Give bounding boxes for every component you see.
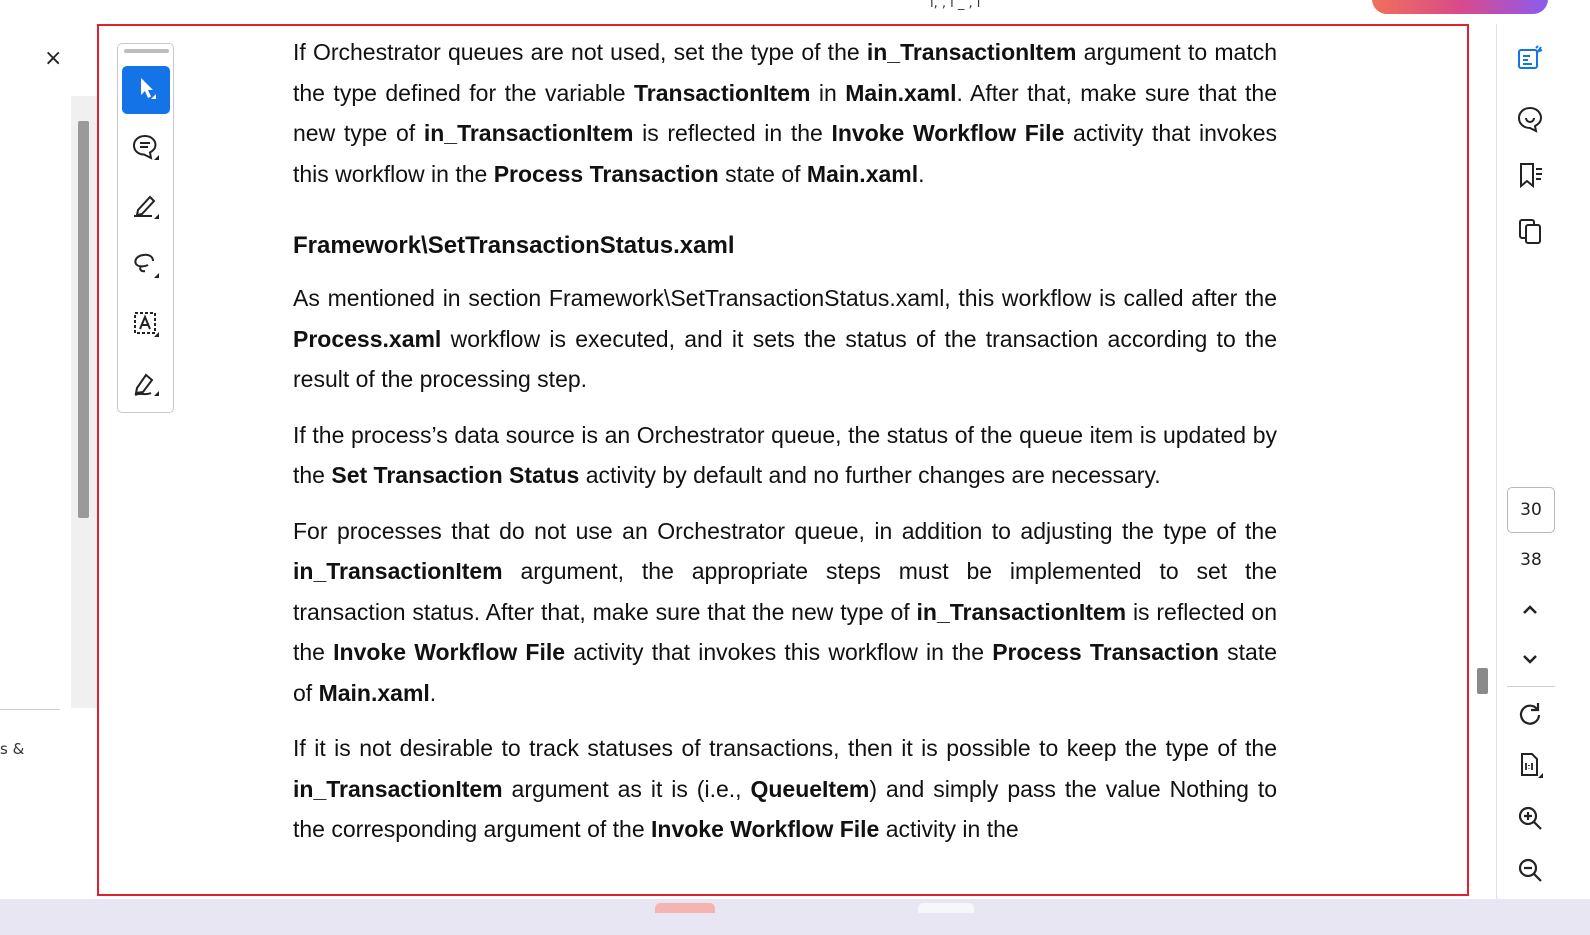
text-run: .: [918, 160, 925, 187]
previous-page-button[interactable]: [1510, 592, 1550, 632]
actual-size-button[interactable]: [1510, 747, 1550, 787]
chevron-up-icon: [1515, 595, 1545, 629]
bold-term: Main.xaml: [806, 160, 919, 187]
text-run: state of: [718, 160, 807, 187]
total-pages: 38: [1520, 550, 1542, 570]
current-page-input[interactable]: 30: [1507, 487, 1555, 533]
left-scrollbar-thumb[interactable]: [78, 121, 89, 518]
highlight-tool-button[interactable]: [122, 184, 170, 232]
text-run: If it is not desirable to track statuses…: [293, 735, 1277, 761]
bookmark-icon: [1515, 160, 1545, 194]
paragraph-4: For processes that do not use an Orchest…: [293, 511, 1277, 714]
taskbar-tab-active[interactable]: [655, 903, 715, 913]
zoom-in-icon: [1515, 803, 1545, 837]
bold-term: Invoke Workflow File: [333, 639, 566, 665]
zoom-in-button[interactable]: [1510, 800, 1550, 840]
comment-icon: [131, 132, 161, 166]
sign-tool-button[interactable]: [122, 361, 170, 409]
bold-term: in_TransactionItem: [293, 775, 503, 802]
text-run: activity that invokes this workflow in t…: [565, 639, 993, 665]
browser-top-strip: ı, , ı _ , ı: [0, 0, 1590, 24]
bold-term: Main.xaml: [845, 79, 957, 106]
section-heading: Framework\SetTransactionStatus.xaml: [293, 232, 735, 259]
bold-term: Process Transaction: [992, 639, 1219, 665]
pages-button[interactable]: [1510, 213, 1550, 253]
bold-term: QueueItem: [750, 775, 870, 802]
annotation-toolbar: [117, 43, 174, 413]
left-text-fragment: s &: [0, 740, 25, 758]
bold-term: Process.xaml: [293, 325, 442, 352]
comment-tool-button[interactable]: [122, 125, 170, 173]
comment-rail-button[interactable]: [1510, 101, 1550, 141]
text-box-icon: [131, 309, 161, 343]
bold-term: Process Transaction: [493, 160, 719, 187]
text-run: .: [429, 679, 437, 706]
text-run: activity by default and no further chang…: [579, 462, 1161, 488]
text-run: workflow is executed, and it sets the st…: [293, 325, 1277, 393]
actual-size-icon: [1515, 750, 1545, 784]
paragraph-2: As mentioned in section Framework\SetTra…: [293, 278, 1277, 400]
document-text: If Orchestrator queues are not used, set…: [293, 32, 1277, 850]
text-run: argument as it is (i.e.,: [502, 775, 751, 802]
document-scrollbar-thumb[interactable]: [1477, 668, 1488, 694]
edit-pdf-icon: [1515, 44, 1545, 78]
toolbar-grip-handle[interactable]: [124, 49, 169, 53]
lasso-icon: [131, 250, 161, 284]
paragraph-5: If it is not desirable to track statuses…: [293, 728, 1277, 850]
paragraph-3: If the process’s data source is an Orche…: [293, 415, 1277, 496]
text-run: in: [810, 79, 846, 106]
text-run: is reflected in the: [633, 120, 832, 146]
bold-term: in_TransactionItem: [866, 39, 1077, 65]
text-run: If Orchestrator queues are not used, set…: [293, 39, 867, 65]
bold-term: in_TransactionItem: [423, 120, 634, 146]
pages-icon: [1515, 216, 1545, 250]
bold-term: in_TransactionItem: [293, 558, 503, 584]
rotate-button[interactable]: [1510, 696, 1550, 736]
bold-term: in_TransactionItem: [916, 598, 1127, 625]
top-action-pill[interactable]: [1372, 0, 1548, 14]
comment-rail-icon: [1515, 104, 1545, 138]
bookmarks-button[interactable]: [1510, 157, 1550, 197]
bold-term: Invoke Workflow File: [651, 816, 880, 842]
pen-icon: [131, 191, 161, 225]
select-tool-button[interactable]: [122, 66, 170, 114]
text-run: As mentioned in section Framework\SetTra…: [293, 285, 1277, 311]
bold-term: Main.xaml: [318, 679, 430, 706]
bold-term: TransactionItem: [634, 79, 811, 106]
text-run: activity in the: [879, 816, 1019, 842]
zoom-out-button[interactable]: [1510, 852, 1550, 892]
edit-pdf-button[interactable]: [1510, 41, 1550, 81]
taskbar-strip: [0, 899, 1590, 935]
top-text-fragment: ı, , ı _ , ı: [930, 0, 981, 11]
taskbar-tab[interactable]: [918, 903, 974, 913]
close-panel-button[interactable]: ×: [44, 48, 62, 70]
text-tool-button[interactable]: [122, 302, 170, 350]
next-page-button[interactable]: [1510, 641, 1550, 681]
text-run: For processes that do not use an Orchest…: [293, 517, 1277, 544]
draw-tool-button[interactable]: [122, 243, 170, 291]
paragraph-1: If Orchestrator queues are not used, set…: [293, 32, 1277, 194]
cursor-icon: [131, 73, 161, 107]
document-viewport[interactable]: If Orchestrator queues are not used, set…: [97, 24, 1469, 896]
zoom-out-icon: [1515, 855, 1545, 889]
bold-term: Invoke Workflow File: [831, 120, 1065, 146]
left-divider: [0, 709, 60, 710]
chevron-down-icon: [1515, 644, 1545, 678]
bold-term: Set Transaction Status: [331, 462, 580, 488]
rotate-icon: [1515, 699, 1545, 733]
signature-icon: [131, 368, 161, 402]
rail-separator: [1507, 686, 1555, 687]
